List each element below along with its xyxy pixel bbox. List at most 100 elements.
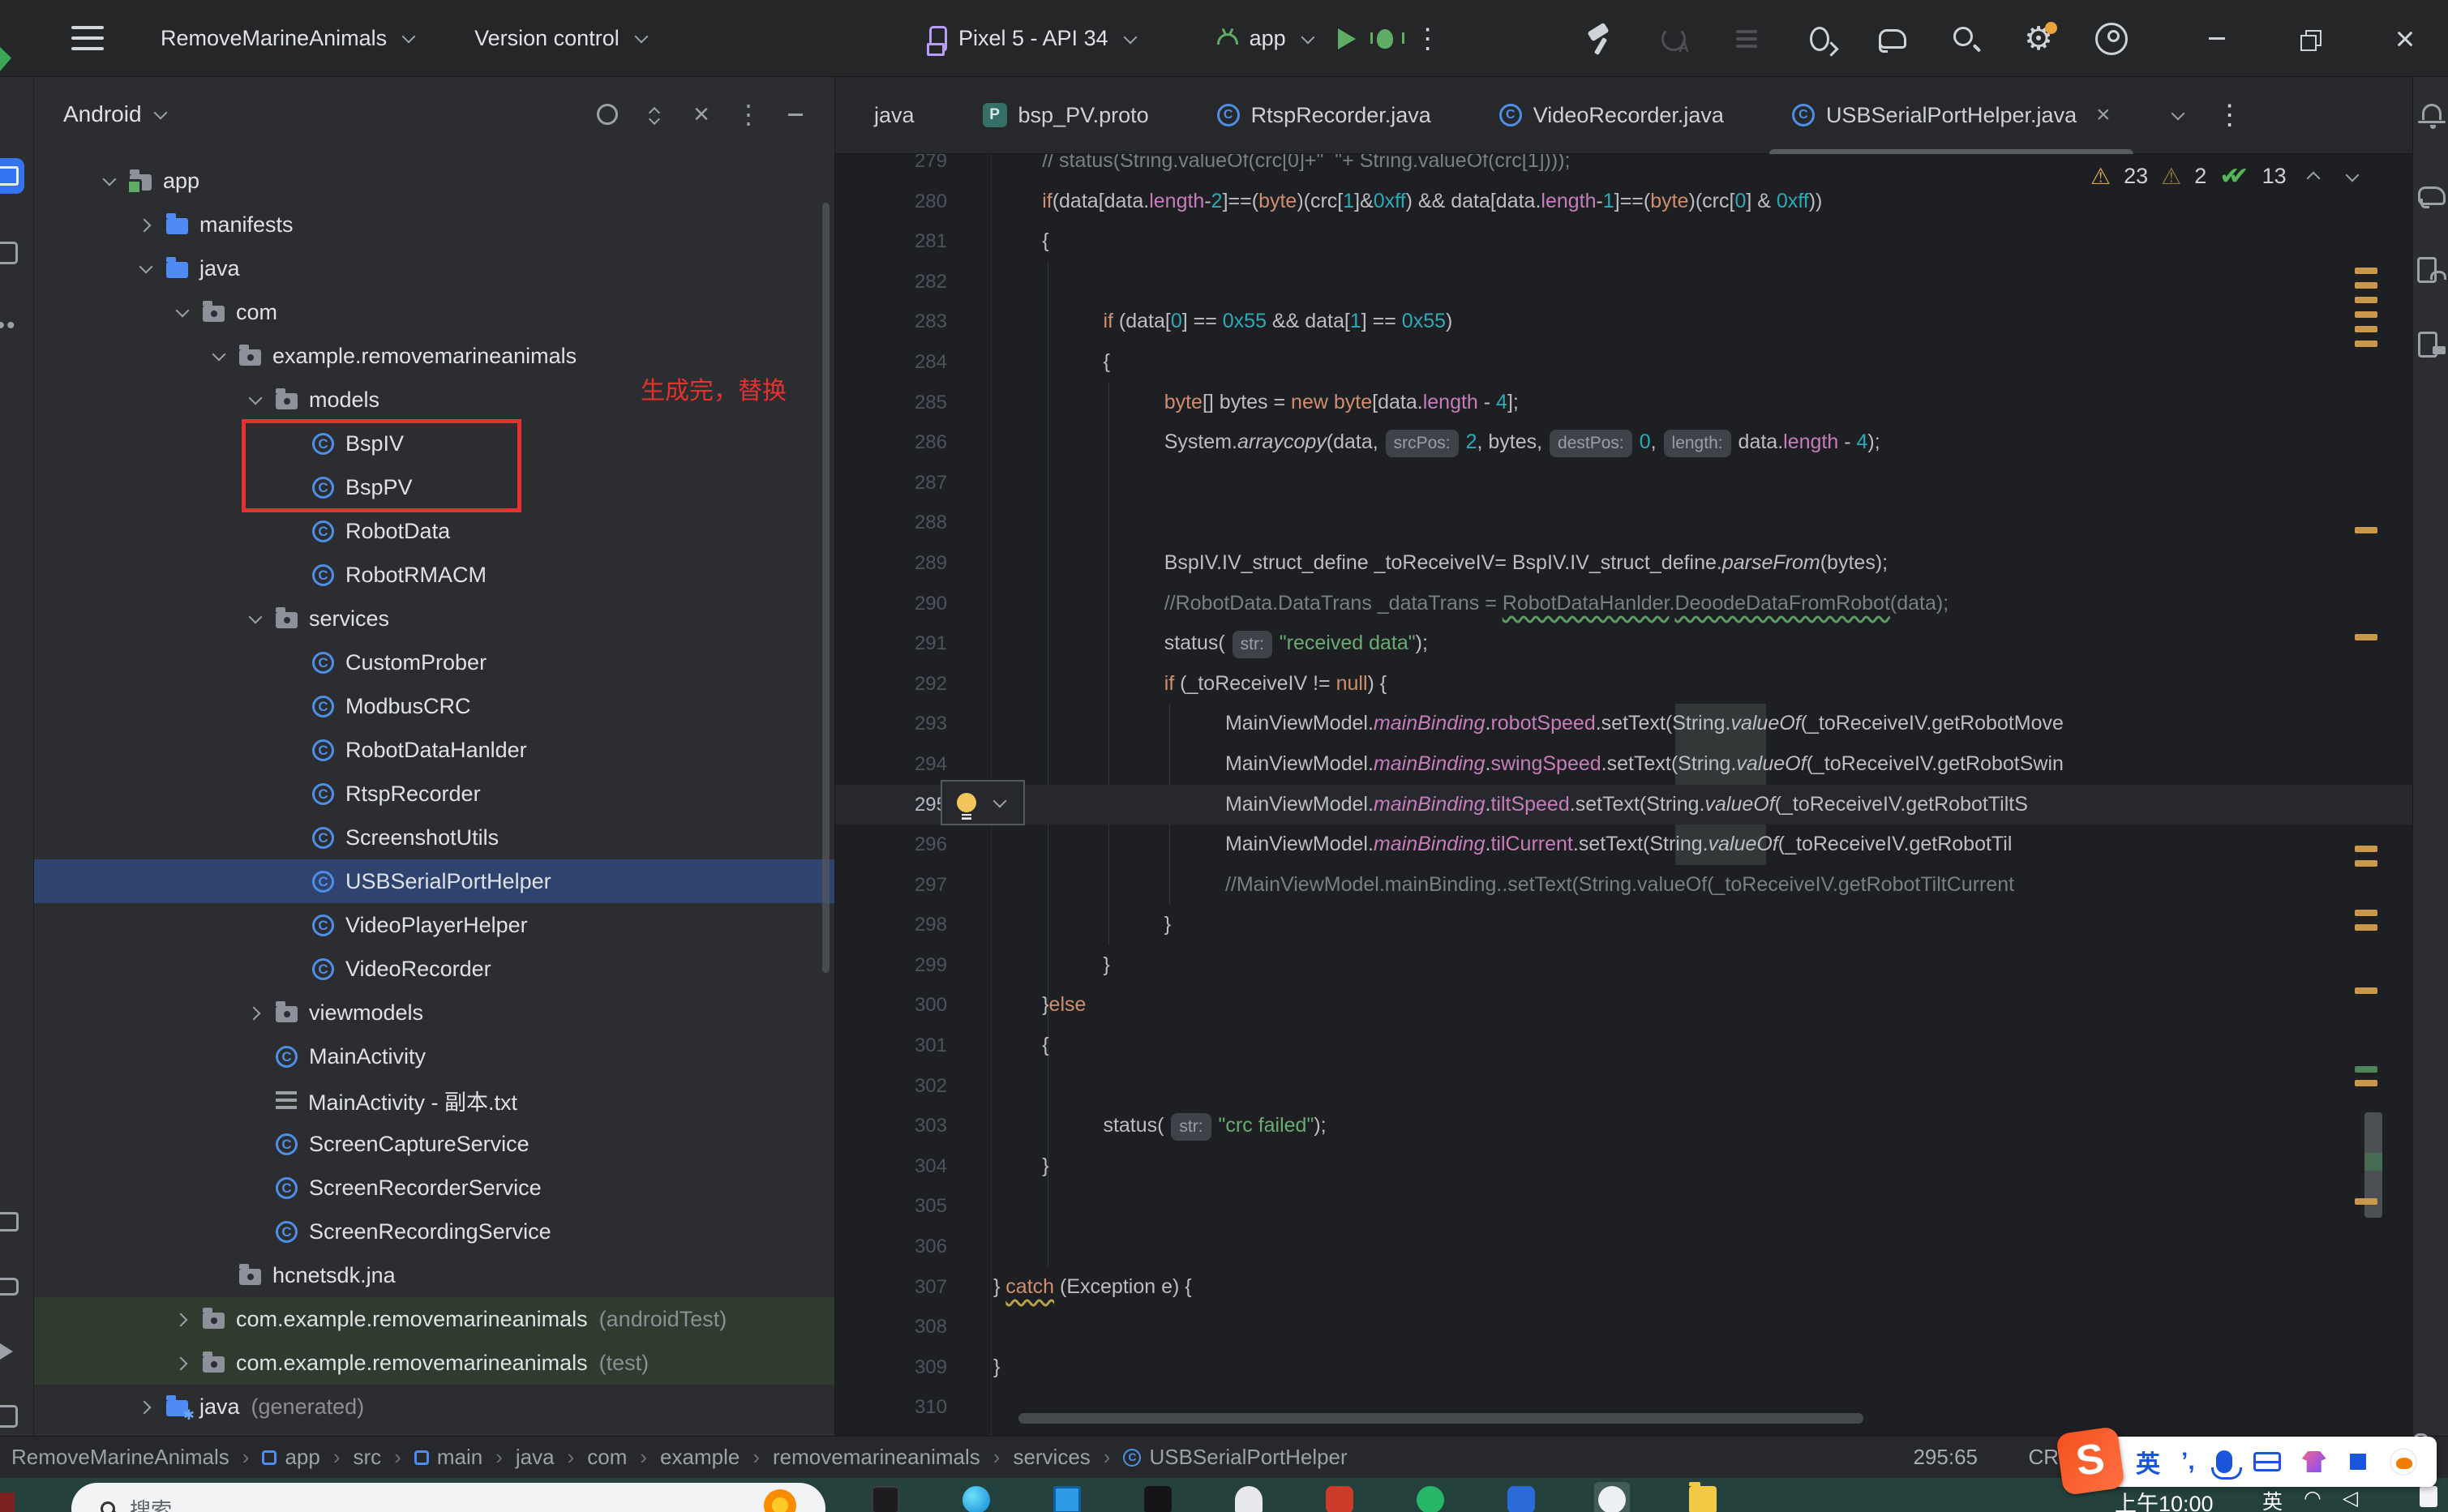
code-line-288[interactable]: 288 (835, 503, 2412, 543)
line-number[interactable]: 288 (835, 503, 947, 543)
restore-button[interactable] (2292, 20, 2330, 58)
line-number[interactable]: 301 (835, 1026, 947, 1066)
code-line-281[interactable]: 281{ (835, 221, 2412, 262)
code-line-290[interactable]: 290//RobotData.DataTrans _dataTrans = Ro… (835, 584, 2412, 624)
run-button[interactable] (1338, 28, 1356, 49)
stripe-mark-warning[interactable] (2355, 987, 2377, 994)
code-viewport[interactable]: 279// status(String.valueOf(crc[0]+" "+ … (835, 154, 2412, 1436)
hide-panel-icon[interactable] (778, 96, 813, 132)
breadcrumb-item-main[interactable]: main (414, 1445, 482, 1470)
project-tool-button[interactable] (0, 158, 24, 194)
attach-debugger-icon[interactable] (1801, 20, 1838, 58)
tree-item-hcnetsdk-jna[interactable]: hcnetsdk.jna (34, 1253, 835, 1297)
line-number[interactable]: 283 (835, 302, 947, 342)
stripe-mark-warning[interactable] (2355, 924, 2377, 931)
running-devices-icon[interactable] (2417, 330, 2446, 359)
line-number[interactable]: 290 (835, 584, 947, 624)
tree-item-videorecorder[interactable]: VideoRecorder (34, 947, 835, 991)
debug-button[interactable] (1377, 29, 1393, 49)
tree-item-java[interactable]: java (generated) (34, 1385, 835, 1428)
tab-videorecorder-java[interactable]: VideoRecorder.java (1465, 77, 1758, 154)
line-separator[interactable]: CR (2028, 1445, 2059, 1470)
line-number[interactable]: 297 (835, 865, 947, 906)
tree-item-com-example-removemarineanimals[interactable]: com.example.removemarineanimals (android… (34, 1297, 835, 1341)
tree-item-robotdata[interactable]: RobotData (34, 509, 835, 553)
sync-disabled-icon[interactable] (1655, 20, 1692, 58)
line-number[interactable]: 310 (835, 1387, 947, 1428)
code-line-307[interactable]: 307} catch (Exception e) { (835, 1267, 2412, 1308)
breadcrumb-item-services[interactable]: services (1013, 1445, 1090, 1470)
code-line-294[interactable]: 294MainViewModel.mainBinding.swingSpeed.… (835, 744, 2412, 785)
chevron-expanded-icon[interactable] (208, 346, 228, 366)
tab-java[interactable]: java (840, 77, 949, 154)
chevron-expanded-icon[interactable] (245, 609, 264, 628)
gradle-icon[interactable] (2417, 181, 2446, 210)
tree-item-modbuscrc[interactable]: ModbusCRC (34, 684, 835, 728)
stripe-mark-warning[interactable] (2355, 860, 2377, 867)
chevron-expanded-icon[interactable] (172, 302, 191, 322)
stripe-mark-warning[interactable] (2355, 1080, 2377, 1086)
code-line-292[interactable]: 292if (_toReceiveIV != null) { (835, 664, 2412, 705)
code-line-304[interactable]: 304} (835, 1146, 2412, 1187)
ime-microphone-icon[interactable] (2216, 1450, 2232, 1473)
snip-tool-icon[interactable] (1231, 1482, 1267, 1512)
commit-tool-button[interactable] (0, 235, 24, 271)
console-tool-button[interactable] (0, 1398, 24, 1434)
tree-item-customprober[interactable]: CustomProber (34, 640, 835, 684)
line-number[interactable]: 308 (835, 1307, 947, 1347)
line-number[interactable]: 280 (835, 182, 947, 222)
green-app-icon[interactable] (1413, 1482, 1448, 1512)
tab-usbserialporthelper-java[interactable]: USBSerialPortHelper.java× (1758, 77, 2145, 154)
stripe-mark-warning[interactable] (2355, 341, 2377, 347)
breadcrumb-item-removemarineanimals[interactable]: RemoveMarineAnimals (11, 1445, 229, 1470)
run-config-selector[interactable]: app (1217, 26, 1317, 51)
line-number[interactable]: 306 (835, 1227, 947, 1267)
code-line-291[interactable]: 291status( str: "received data"); (835, 623, 2412, 664)
tree-item-java[interactable]: java (34, 246, 835, 290)
breadcrumb-item-removemarineanimals[interactable]: removemarineanimals (773, 1445, 980, 1470)
breadcrumb-item-com[interactable]: com (587, 1445, 627, 1470)
chevron-collapsed-icon[interactable] (135, 215, 155, 234)
tree-item-services[interactable]: services (34, 597, 835, 640)
stripe-mark-warning[interactable] (2355, 1198, 2377, 1205)
blue-app-icon[interactable] (1503, 1482, 1539, 1512)
build-hammer-icon[interactable] (1582, 20, 1619, 58)
ime-skin-icon[interactable] (2302, 1451, 2326, 1472)
tab-rtsprecorder-java[interactable]: RtspRecorder.java (1183, 77, 1465, 154)
tree-item-screenrecorderservice[interactable]: ScreenRecorderService (34, 1166, 835, 1210)
chevron-collapsed-icon[interactable] (135, 1397, 155, 1416)
tree-item-rtsprecorder[interactable]: RtspRecorder (34, 772, 835, 816)
tree-item-viewmodels[interactable]: viewmodels (34, 991, 835, 1034)
line-number[interactable]: 284 (835, 342, 947, 383)
tree-item-robotdatahanlder[interactable]: RobotDataHanlder (34, 728, 835, 772)
a-app-icon[interactable] (1140, 1482, 1176, 1512)
code-line-308[interactable]: 308 (835, 1307, 2412, 1347)
line-number[interactable]: 295 (835, 785, 947, 825)
tree-item-videoplayerhelper[interactable]: VideoPlayerHelper (34, 903, 835, 947)
tab-bsp-pv-proto[interactable]: bsp_PV.proto (949, 77, 1183, 154)
line-number[interactable]: 296 (835, 825, 947, 865)
main-menu-button[interactable] (71, 26, 104, 50)
stripe-mark-warning[interactable] (2355, 527, 2377, 533)
code-line-285[interactable]: 285byte[] bytes = new byte[data.length -… (835, 383, 2412, 423)
minimize-button[interactable] (2198, 20, 2236, 58)
line-number[interactable]: 287 (835, 463, 947, 503)
tree-item-screenshotutils[interactable]: ScreenshotUtils (34, 816, 835, 859)
line-number[interactable]: 302 (835, 1066, 947, 1107)
edge-browser-icon[interactable] (958, 1482, 994, 1512)
close-tab-icon[interactable]: × (2096, 101, 2111, 129)
stripe-mark-warning[interactable] (2355, 297, 2377, 303)
ime-toolbox-icon[interactable] (2347, 1451, 2369, 1472)
code-line-295[interactable]: 295MainViewModel.mainBinding.tiltSpeed.s… (835, 785, 2412, 825)
line-number[interactable]: 282 (835, 262, 947, 302)
stripe-mark-warning[interactable] (2355, 910, 2377, 916)
tree-item-mainactivity-txt[interactable]: MainActivity - 副本.txt (34, 1078, 835, 1122)
settings-gear-icon[interactable] (2020, 20, 2057, 58)
breadcrumb-item-src[interactable]: src (354, 1445, 382, 1470)
history-disabled-icon[interactable] (1728, 20, 1765, 58)
code-line-283[interactable]: 283if (data[0] == 0x55 && data[1] == 0x5… (835, 302, 2412, 342)
breadcrumb-item-java[interactable]: java (516, 1445, 555, 1470)
line-number[interactable]: 298 (835, 905, 947, 945)
close-button[interactable] (2386, 20, 2424, 58)
error-stripe[interactable] (2350, 154, 2412, 1436)
